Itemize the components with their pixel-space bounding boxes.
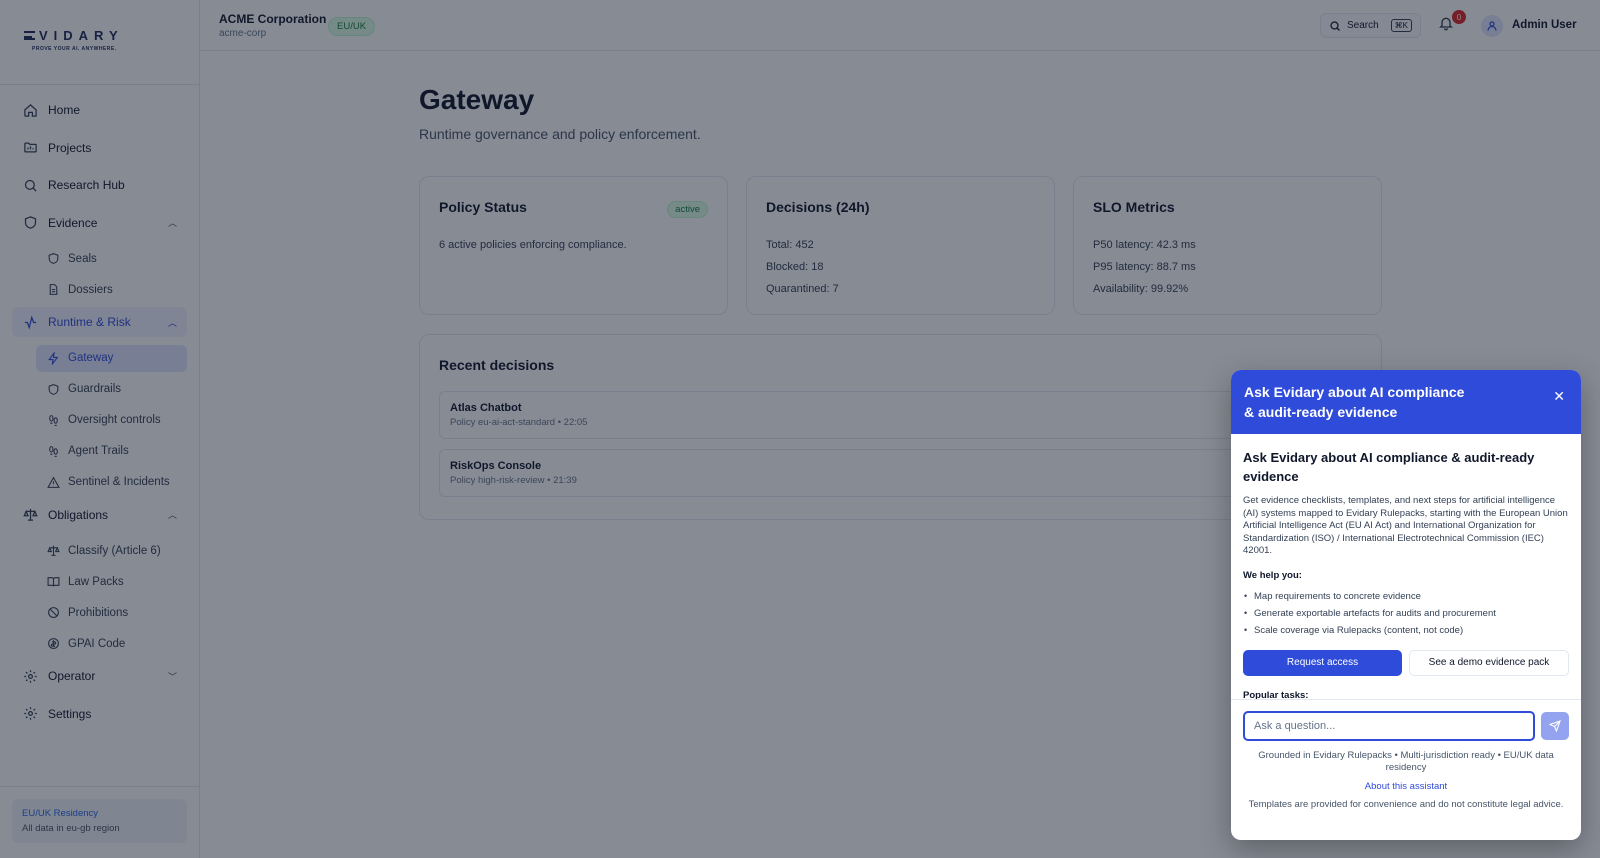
popular-tasks-title: Popular tasks:	[1243, 689, 1309, 700]
help-list: Map requirements to concrete evidence Ge…	[1243, 588, 1569, 639]
chat-footer: Grounded in Evidary Rulepacks • Multi-ju…	[1231, 700, 1581, 822]
assistant-chat-panel: Ask Evidary about AI compliance & audit-…	[1231, 370, 1581, 840]
close-icon[interactable]: ✕	[1553, 387, 1565, 407]
about-assistant-link[interactable]: About this assistant	[1243, 781, 1569, 792]
chat-input[interactable]	[1243, 711, 1536, 741]
chat-header-title-line: Ask Evidary about AI compliance	[1244, 384, 1465, 400]
chat-grounding-note: Grounded in Evidary Rulepacks • Multi-ju…	[1258, 750, 1554, 773]
send-icon	[1549, 720, 1561, 732]
send-button[interactable]	[1541, 712, 1569, 740]
chat-heading: Ask Evidary about AI compliance & audit-…	[1243, 450, 1535, 484]
request-access-button[interactable]: Request access	[1243, 649, 1402, 676]
legal-disclaimer: Templates are provided for convenience a…	[1248, 799, 1564, 810]
list-item: Map requirements to concrete evidence	[1243, 588, 1569, 605]
chat-body[interactable]: Ask Evidary about AI compliance & audit-…	[1231, 434, 1581, 700]
chat-description: Get evidence checklists, templates, and …	[1243, 495, 1568, 556]
chat-actions: Request access See a demo evidence pack	[1243, 649, 1569, 676]
list-item: Generate exportable artefacts for audits…	[1243, 605, 1569, 622]
demo-evidence-pack-button[interactable]: See a demo evidence pack	[1409, 649, 1569, 676]
chat-header-title-line: & audit-ready evidence	[1244, 403, 1398, 420]
list-item: Scale coverage via Rulepacks (content, n…	[1243, 622, 1569, 639]
help-title: We help you:	[1243, 569, 1302, 581]
chat-header: Ask Evidary about AI compliance & audit-…	[1231, 370, 1581, 434]
chat-input-row	[1243, 711, 1569, 741]
